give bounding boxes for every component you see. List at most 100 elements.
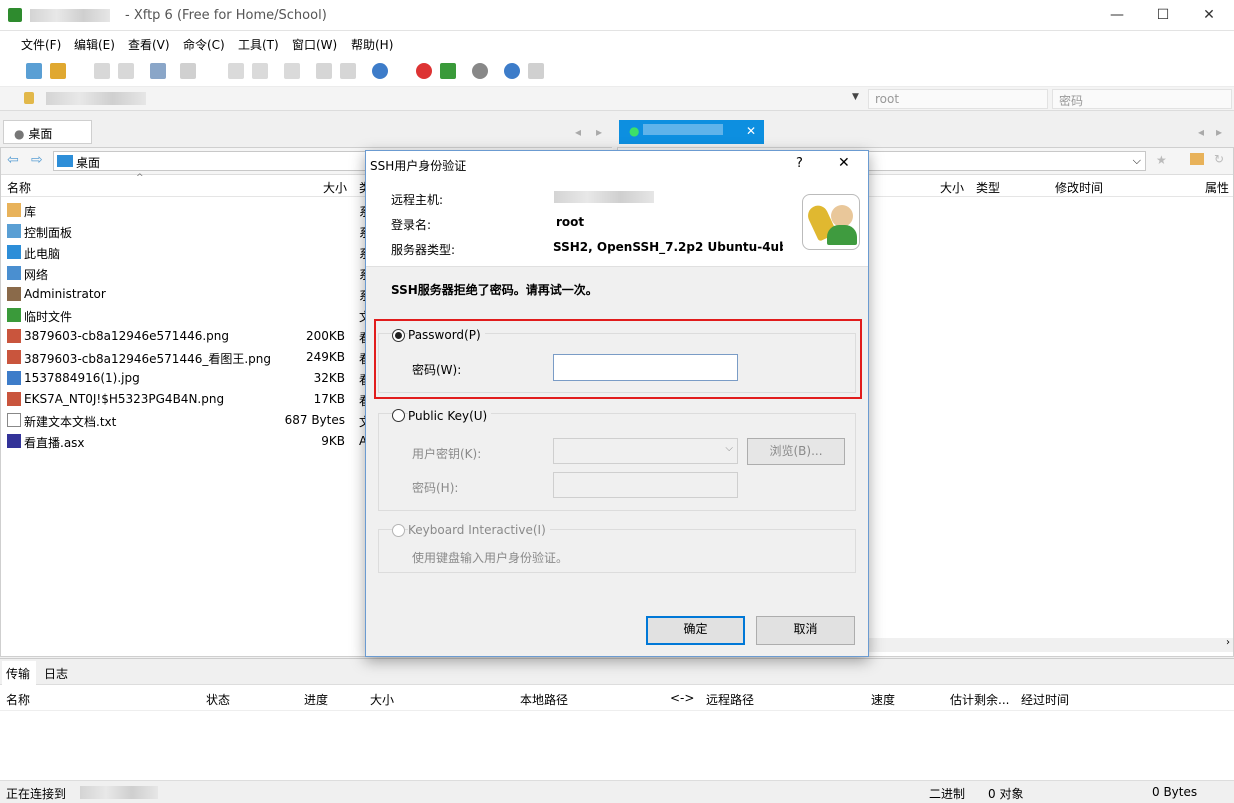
status-host-redacted — [80, 786, 158, 799]
file-size: 9KB — [321, 434, 345, 448]
minimize-button[interactable]: — — [1100, 4, 1134, 26]
globe-icon[interactable] — [372, 63, 388, 79]
disconnect-icon[interactable] — [118, 63, 134, 79]
menu-view[interactable]: 查看(V) — [128, 36, 170, 53]
remote-column-size[interactable]: 大小 — [940, 179, 964, 196]
tab-close-icon[interactable]: ✕ — [746, 124, 756, 138]
transfer-column-header: 名称 状态 进度 大小 本地路径 <-> 远程路径 速度 估计剩余... 经过时… — [0, 685, 1234, 711]
remote-column-type[interactable]: 类型 — [976, 179, 1000, 196]
user-body — [827, 225, 857, 245]
gear-icon[interactable] — [472, 63, 488, 79]
local-path-input[interactable]: 桌面 — [53, 151, 373, 171]
dialog-title-bar: SSH用户身份验证 ? ✕ — [366, 151, 868, 179]
remote-column-modified[interactable]: 修改时间 — [1055, 179, 1103, 196]
chat-icon[interactable] — [528, 63, 544, 79]
remote-path-dropdown-icon[interactable]: ⌵ — [1133, 154, 1141, 168]
transfer-col-local[interactable]: 本地路径 — [520, 691, 568, 708]
status-bytes: 0 Bytes — [1152, 785, 1198, 799]
public-key-option-label[interactable]: Public Key(U) — [408, 409, 492, 423]
title-bar: - Xftp 6 (Free for Home/School) — ☐ ✕ — [0, 0, 1234, 31]
tab-desktop[interactable]: ● 桌面 — [3, 120, 92, 144]
cancel-button[interactable]: 取消 — [756, 616, 855, 645]
public-key-radio[interactable] — [392, 409, 405, 422]
server-type-value: SSH2, OpenSSH_7.2p2 Ubuntu-4ubunt — [553, 240, 783, 254]
host-address-redacted[interactable] — [46, 92, 146, 105]
file-name: 3879603-cb8a12946e571446_看图王.png — [24, 352, 271, 366]
copy-icon[interactable] — [228, 63, 244, 79]
refresh-icon[interactable] — [340, 63, 356, 79]
chevron-down-icon[interactable]: ▼ — [852, 92, 859, 102]
user-icon — [7, 287, 21, 301]
transfer-icon[interactable] — [180, 63, 196, 79]
sync-icon[interactable] — [284, 63, 300, 79]
stop-icon[interactable] — [316, 63, 332, 79]
remote-column-attr[interactable]: 属性 — [1205, 179, 1229, 196]
browse-button[interactable]: 浏览(B)... — [747, 438, 845, 465]
transfer-col-status[interactable]: 状态 — [206, 691, 230, 708]
connect-icon[interactable] — [94, 63, 110, 79]
tab-scroll-right-icon-right[interactable]: ▸ — [1216, 125, 1222, 139]
session-tabs: ● 桌面 ◂ ▸ ● ✕ ◂ ▸ — [0, 118, 1234, 146]
user-key-select[interactable]: ⌵ — [553, 438, 738, 464]
tab-transfer[interactable]: 传输 — [2, 661, 36, 685]
column-size[interactable]: 大小 — [323, 179, 347, 196]
back-arrow-icon[interactable]: ⇦ — [7, 152, 19, 168]
transfer-col-remote[interactable]: 远程路径 — [706, 691, 754, 708]
remote-host-redacted — [554, 191, 654, 203]
transfer-col-size[interactable]: 大小 — [370, 691, 394, 708]
dialog-title: SSH用户身份验证 — [370, 159, 467, 173]
menu-tools[interactable]: 工具(T) — [238, 36, 279, 53]
transfer-col-progress[interactable]: 进度 — [304, 691, 328, 708]
computer-icon — [7, 245, 21, 259]
transfer-col-direction[interactable]: <-> — [670, 691, 694, 705]
open-folder-icon[interactable] — [50, 63, 66, 79]
paste-icon[interactable] — [252, 63, 268, 79]
tab-scroll-left-icon-right[interactable]: ◂ — [1198, 125, 1204, 139]
xshell-icon[interactable] — [416, 63, 432, 79]
login-name-value: root — [556, 215, 585, 229]
menu-window[interactable]: 窗口(W) — [292, 36, 337, 53]
xftp-icon[interactable] — [440, 63, 456, 79]
menu-command[interactable]: 命令(C) — [183, 36, 225, 53]
keyboard-interactive-label[interactable]: Keyboard Interactive(I) — [408, 523, 550, 537]
menu-help[interactable]: 帮助(H) — [351, 36, 393, 53]
transfer-col-elapsed[interactable]: 经过时间 — [1021, 691, 1069, 708]
tab-remote[interactable]: ● ✕ — [619, 120, 764, 144]
transfer-col-eta[interactable]: 估计剩余... — [950, 691, 1009, 708]
close-window-button[interactable]: ✕ — [1192, 4, 1226, 26]
maximize-button[interactable]: ☐ — [1146, 4, 1180, 26]
status-connecting: 正在连接到 — [6, 787, 67, 801]
column-name[interactable]: 名称 — [7, 179, 31, 196]
key-password-field[interactable] — [553, 472, 738, 498]
png-icon — [7, 350, 21, 364]
folder-icon[interactable] — [1190, 153, 1204, 165]
control-panel-icon — [7, 224, 21, 238]
status-mode: 二进制 — [929, 787, 966, 801]
tab-scroll-left-icon[interactable]: ◂ — [575, 125, 581, 139]
dialog-help-button[interactable]: ? — [796, 156, 803, 171]
forward-arrow-icon[interactable]: ⇨ — [31, 152, 43, 168]
star-icon[interactable]: ★ — [1156, 153, 1167, 167]
new-session-icon[interactable] — [26, 63, 42, 79]
tab-scroll-right-icon[interactable]: ▸ — [596, 125, 602, 139]
refresh-remote-icon[interactable]: ↻ — [1214, 152, 1224, 166]
keyboard-interactive-radio[interactable] — [392, 524, 405, 537]
remote-host-label: 远程主机: — [391, 193, 444, 207]
transfer-col-name[interactable]: 名称 — [6, 691, 30, 708]
ok-button[interactable]: 确定 — [646, 616, 745, 645]
menu-file[interactable]: 文件(F) — [21, 36, 61, 53]
user-key-dropdown-icon: ⌵ — [725, 443, 733, 454]
menu-edit[interactable]: 编辑(E) — [74, 36, 115, 53]
tab-log[interactable]: 日志 — [44, 665, 68, 682]
network-icon — [7, 266, 21, 280]
scroll-right-icon[interactable]: › — [1226, 637, 1230, 648]
new-window-icon[interactable] — [150, 63, 166, 79]
help-icon[interactable] — [504, 63, 520, 79]
status-bar: 正在连接到 二进制 0 对象 0 Bytes — [0, 780, 1234, 803]
password-input[interactable]: 密码 — [1052, 89, 1232, 109]
username-input[interactable]: root — [868, 89, 1048, 109]
png-icon — [7, 392, 21, 406]
transfer-col-speed[interactable]: 速度 — [871, 691, 895, 708]
tree-icon — [7, 308, 21, 322]
dialog-close-button[interactable]: ✕ — [838, 155, 850, 171]
